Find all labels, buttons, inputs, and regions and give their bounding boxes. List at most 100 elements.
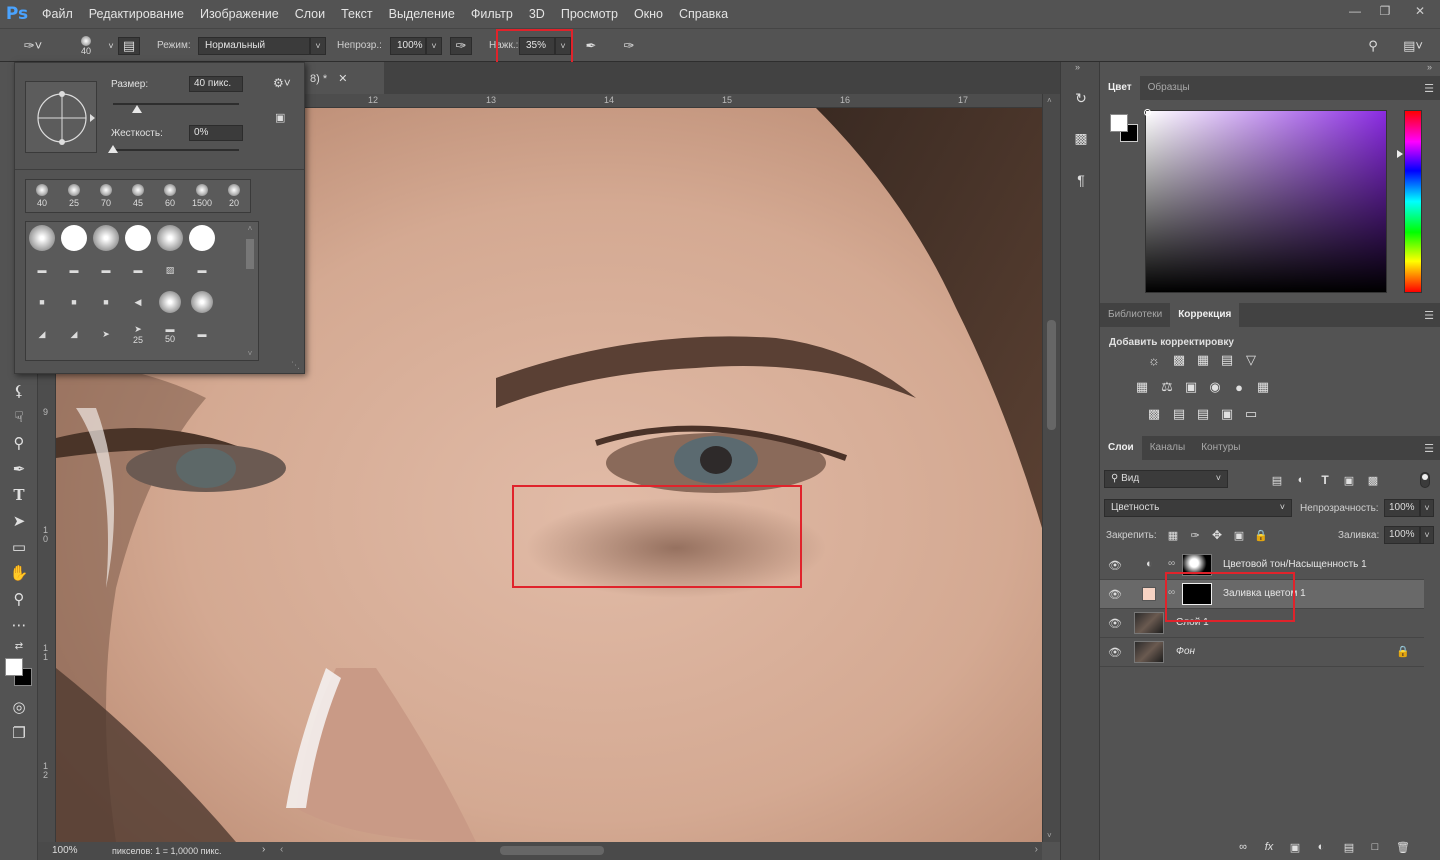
foreground-color-swatch[interactable] — [5, 658, 23, 676]
blend-mode-select[interactable]: Цветность ˅ — [1104, 499, 1292, 517]
brush-tip[interactable]: ◀ — [122, 286, 154, 318]
search-icon[interactable]: ⚲ — [1362, 37, 1384, 55]
brush-tip[interactable]: ➤ — [90, 318, 122, 350]
layer-thumbnail[interactable] — [1134, 641, 1164, 663]
collapse-panels-icon[interactable]: » — [1427, 62, 1432, 72]
add-mask-icon[interactable]: ▣ — [1286, 839, 1304, 855]
menu-window[interactable]: Окно — [626, 0, 671, 28]
minimize-icon[interactable]: — — [1340, 0, 1370, 22]
layer-opacity-dropdown[interactable]: ˅ — [1420, 499, 1434, 517]
link-layers-icon[interactable]: ∞ — [1234, 839, 1252, 855]
airbrush-icon[interactable]: ✒ — [580, 37, 602, 55]
menu-image[interactable]: Изображение — [192, 0, 287, 28]
brush-grid-scrollbar[interactable]: ˄ ˅ — [244, 224, 256, 358]
visibility-eye-icon[interactable]: 👁 — [1108, 646, 1122, 659]
lock-artboard-icon[interactable]: ▣ — [1230, 527, 1248, 543]
brush-tip[interactable]: ▬ — [26, 254, 58, 286]
menu-layers[interactable]: Слои — [287, 0, 333, 28]
pressure-size-icon[interactable]: ✑ — [618, 37, 640, 55]
brush-tip[interactable]: ■ — [26, 286, 58, 318]
brush-hardness-knob[interactable] — [108, 145, 118, 153]
brush-hardness-input[interactable]: 0% — [189, 125, 243, 141]
menu-filter[interactable]: Фильтр — [463, 0, 521, 28]
brush-tip[interactable] — [58, 222, 90, 254]
quick-mask-icon[interactable]: ◎ — [8, 696, 30, 718]
brush-tip[interactable] — [122, 222, 154, 254]
menu-file[interactable]: Файл — [34, 0, 81, 28]
panel-menu-icon[interactable]: ☰ — [1424, 442, 1434, 455]
brush-grid-scroll-thumb[interactable] — [246, 239, 254, 269]
brush-tip[interactable]: ▨ — [154, 254, 186, 286]
close-tab-icon[interactable]: ✕ — [338, 73, 347, 85]
brush-tip[interactable] — [186, 286, 218, 318]
scroll-right-icon[interactable]: › — [1035, 844, 1038, 855]
brush-tip[interactable] — [186, 222, 218, 254]
vertical-scroll-thumb[interactable] — [1047, 320, 1056, 430]
scroll-up-icon[interactable]: ˄ — [244, 224, 256, 233]
new-preset-icon[interactable]: ▣ — [275, 111, 285, 124]
lock-position-icon[interactable]: ✥ — [1208, 527, 1226, 543]
tab-swatches[interactable]: Образцы — [1140, 76, 1198, 100]
menu-select[interactable]: Выделение — [381, 0, 463, 28]
mode-select[interactable]: Нормальный — [198, 37, 310, 55]
brush-angle-icon[interactable] — [26, 82, 98, 154]
brush-size-slider[interactable] — [113, 103, 239, 113]
lock-transparent-icon[interactable]: ▦ — [1164, 527, 1182, 543]
scroll-left-icon[interactable]: ‹ — [280, 844, 283, 855]
foreground-color-chip[interactable] — [1110, 114, 1128, 132]
brush-tip[interactable]: ▬ — [58, 254, 90, 286]
hue-saturation-icon[interactable]: ▦ — [1133, 379, 1151, 395]
layer-style-icon[interactable]: fx — [1260, 839, 1278, 855]
status-menu-arrow[interactable]: › — [262, 844, 265, 855]
resize-grip-icon[interactable]: ⋱ — [291, 360, 300, 371]
vibrance-icon[interactable]: ▽ — [1242, 352, 1260, 368]
recent-brush[interactable]: 45 — [122, 180, 154, 212]
tab-paths[interactable]: Контуры — [1193, 436, 1248, 460]
menu-view[interactable]: Просмотр — [553, 0, 626, 28]
fill-color-swatch[interactable] — [1142, 587, 1156, 601]
visibility-eye-icon[interactable]: 👁 — [1108, 588, 1122, 601]
workspace-icon[interactable]: ▤˅ — [1396, 37, 1430, 55]
brush-hardness-slider[interactable] — [108, 145, 239, 153]
screen-mode-icon[interactable]: ❐ — [8, 722, 30, 744]
scroll-down-icon[interactable]: ˅ — [1047, 831, 1052, 840]
paragraph-panel-icon[interactable]: ¶ — [1069, 168, 1093, 192]
layer-thumbnail[interactable] — [1134, 612, 1164, 634]
photo-filter-icon[interactable]: ◉ — [1206, 379, 1224, 395]
opacity-input[interactable]: 100% — [390, 37, 426, 55]
fill-input[interactable]: 100% — [1384, 526, 1420, 544]
brush-settings-gear-icon[interactable]: ⚙˅ — [273, 76, 291, 90]
brush-tip[interactable] — [26, 222, 58, 254]
opacity-dropdown-arrow[interactable]: ˅ — [426, 37, 442, 55]
menu-3d[interactable]: 3D — [521, 0, 553, 28]
tab-adjustments[interactable]: Коррекция — [1170, 303, 1240, 327]
brush-tip[interactable]: ■ — [58, 286, 90, 318]
posterize-icon[interactable]: ▤ — [1170, 406, 1188, 422]
menu-help[interactable]: Справка — [671, 0, 736, 28]
channel-mixer-icon[interactable]: ● — [1230, 379, 1248, 395]
zoom-icon[interactable]: ⚲ — [8, 588, 30, 610]
recent-brush[interactable]: 25 — [58, 180, 90, 212]
filter-smart-object-icon[interactable]: ▩ — [1364, 472, 1382, 488]
tab-color[interactable]: Цвет — [1100, 76, 1140, 100]
brush-tip[interactable]: ■ — [90, 286, 122, 318]
panel-menu-icon[interactable]: ☰ — [1424, 82, 1434, 95]
restore-icon[interactable]: ❐ — [1370, 0, 1400, 22]
dodge-icon[interactable]: ⚲ — [8, 432, 30, 454]
lock-all-icon[interactable]: 🔒 — [1252, 527, 1270, 543]
color-lookup-icon[interactable]: ▦ — [1254, 379, 1272, 395]
brush-tip[interactable] — [90, 222, 122, 254]
visibility-eye-icon[interactable]: 👁 — [1108, 559, 1122, 572]
close-icon[interactable]: ✕ — [1400, 0, 1440, 22]
tab-libraries[interactable]: Библиотеки — [1100, 303, 1170, 327]
layer-row[interactable]: 👁 Фон 🔒 — [1100, 638, 1424, 667]
filter-shape-icon[interactable]: ▣ — [1340, 472, 1358, 488]
hand-icon[interactable]: ✋ — [8, 562, 30, 584]
lock-image-icon[interactable]: ✑ — [1186, 527, 1204, 543]
brush-tip[interactable]: ◢ — [26, 318, 58, 350]
pen-icon[interactable]: ✒ — [8, 458, 30, 480]
rectangle-icon[interactable]: ▭ — [8, 536, 30, 558]
new-adjustment-icon[interactable]: ◐ — [1312, 839, 1330, 855]
brush-tip[interactable]: ◢ — [58, 318, 90, 350]
tab-channels[interactable]: Каналы — [1142, 436, 1194, 460]
